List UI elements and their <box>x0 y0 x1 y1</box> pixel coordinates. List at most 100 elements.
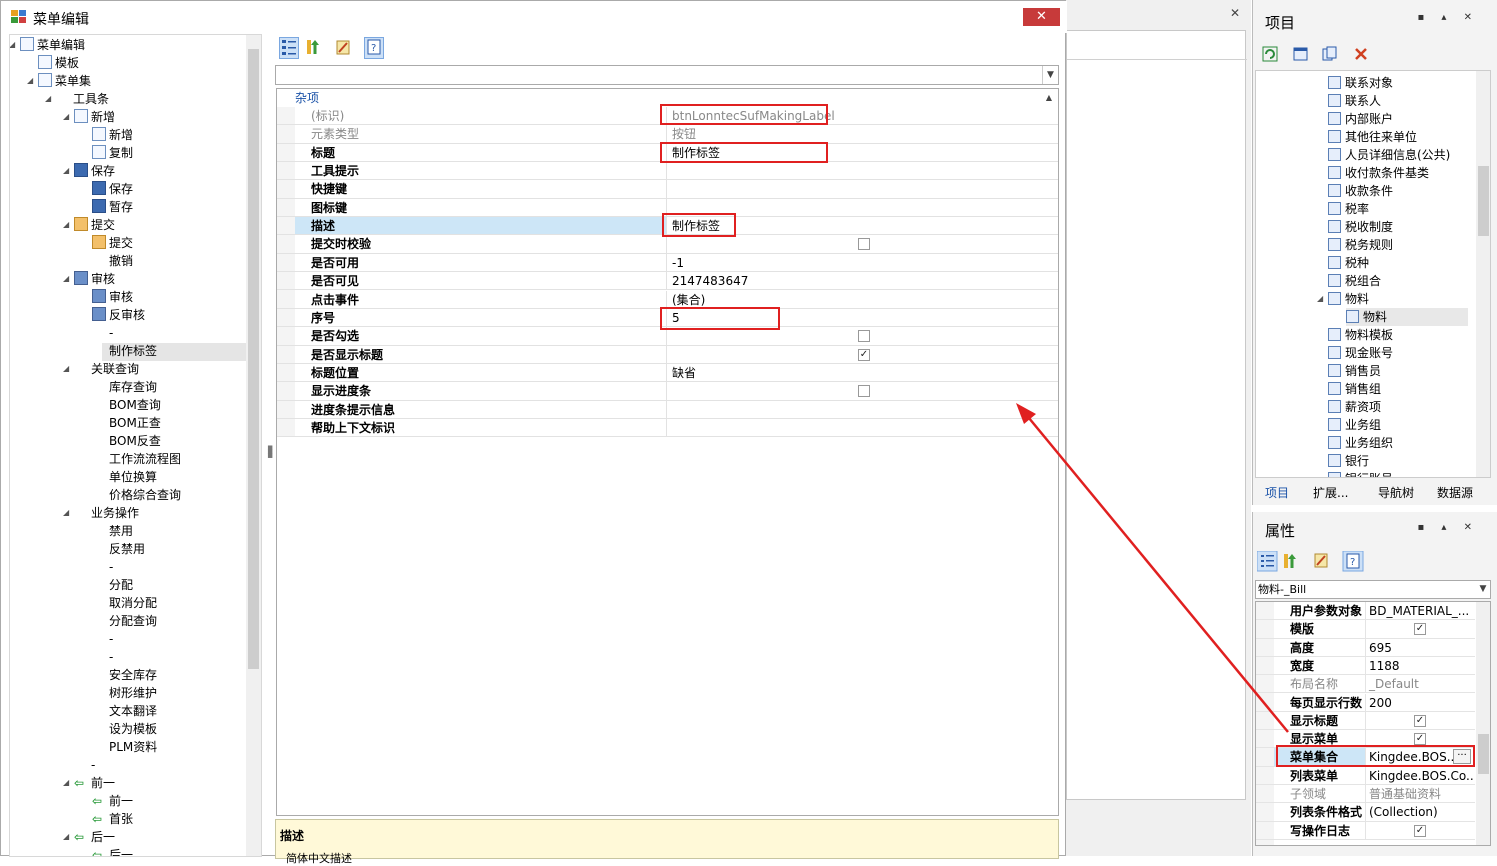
project-tree-item[interactable]: 收付款条件基类 <box>1328 164 1429 182</box>
project-tree-item[interactable]: 税组合 <box>1328 272 1381 290</box>
project-scrollbar[interactable] <box>1476 71 1490 477</box>
checkbox[interactable]: ✓ <box>1414 733 1426 746</box>
attr-value[interactable]: 695 <box>1367 639 1473 656</box>
attr-row[interactable]: 模版 ✓ <box>1256 620 1475 639</box>
attr-row[interactable]: 列表条件格式 (Collection) <box>1256 803 1475 822</box>
checkbox[interactable]: ✓ <box>1414 824 1426 837</box>
tree-node[interactable]: 反禁用 <box>92 540 145 558</box>
attr-value[interactable]: BD_MATERIAL_... <box>1367 602 1473 619</box>
tree-node[interactable]: 禁用 <box>92 522 133 540</box>
attr-value[interactable]: 1188 <box>1367 657 1473 674</box>
attr-value[interactable]: 200 <box>1367 694 1473 711</box>
project-tree-item[interactable]: 销售组 <box>1328 380 1381 398</box>
tree-node[interactable]: 取消分配 <box>92 594 157 612</box>
tree-node[interactable]: 价格综合查询 <box>92 486 181 504</box>
tree-node[interactable]: 分配 <box>92 576 133 594</box>
property-value[interactable]: -1 <box>668 254 684 271</box>
checkbox[interactable] <box>858 238 870 251</box>
property-row[interactable]: 帮助上下文标识 <box>277 418 1058 438</box>
tree-node[interactable]: 反审核 <box>92 306 145 324</box>
expand-icon[interactable]: ◢ <box>63 162 73 180</box>
tree-node[interactable]: 提交 <box>92 234 133 252</box>
tree-node[interactable]: ⇦ 前一 <box>92 792 133 810</box>
project-tab[interactable]: 数据源 <box>1437 484 1473 501</box>
checkbox[interactable]: ✓ <box>1414 714 1426 727</box>
panel-window-buttons[interactable]: ▪ ▴ ✕ <box>1417 12 1479 23</box>
property-row[interactable]: 是否可用 -1 <box>277 253 1058 273</box>
attr-row[interactable]: 显示标题 ✓ <box>1256 711 1475 731</box>
project-tab[interactable]: 导航树 <box>1378 484 1414 501</box>
property-row[interactable]: 是否可见 2147483647 <box>277 272 1058 291</box>
tree-node[interactable]: BOM正查 <box>92 414 161 432</box>
tree-node[interactable]: 工作流流程图 <box>92 450 181 468</box>
tree-node[interactable]: ◢ 新增 <box>63 108 115 126</box>
project-tree-item[interactable]: 收款条件 <box>1328 182 1393 200</box>
close-button[interactable]: ✕ <box>1023 8 1060 26</box>
project-tree-item[interactable]: 税种 <box>1328 254 1369 272</box>
expand-icon[interactable]: ◢ <box>63 270 73 288</box>
project-tree-item[interactable]: 业务组 <box>1328 416 1381 434</box>
collapse-icon[interactable]: ▲ <box>1046 89 1052 107</box>
property-value[interactable]: 按钮 <box>668 125 696 142</box>
tree-node[interactable]: - <box>92 558 113 576</box>
tree-scrollbar[interactable] <box>246 35 261 856</box>
attr-value[interactable]: _Default <box>1367 675 1473 692</box>
property-value[interactable] <box>668 382 672 399</box>
tree-node[interactable]: 模板 <box>38 54 79 72</box>
sort-alphabetical-icon[interactable] <box>303 37 323 59</box>
tree-node[interactable]: - <box>92 324 113 342</box>
project-tree-item[interactable]: 人员详细信息(公共) <box>1328 146 1450 164</box>
property-row[interactable]: 显示进度条 <box>277 382 1058 401</box>
tree-node[interactable]: ◢ 提交 <box>63 216 115 234</box>
tree-node[interactable]: BOM查询 <box>92 396 161 414</box>
project-tree-item[interactable]: 业务组织 <box>1328 434 1393 452</box>
tree-node[interactable]: PLM资料 <box>92 738 157 756</box>
tree-node[interactable]: ⇦ 后一 <box>92 846 133 856</box>
property-row[interactable]: 快捷键 <box>277 180 1058 199</box>
attr-scrollbar[interactable] <box>1476 602 1490 845</box>
splitter-handle[interactable]: ▪ ▪ ▪ <box>267 444 273 461</box>
tree-node[interactable]: 文本翻译 <box>92 702 157 720</box>
property-value[interactable] <box>668 419 672 436</box>
tree-node[interactable]: 单位换算 <box>92 468 157 486</box>
tree-node[interactable]: BOM反查 <box>92 432 161 450</box>
project-tab[interactable]: 扩展... <box>1313 484 1348 501</box>
tree-node[interactable]: 保存 <box>92 180 133 198</box>
project-tree-item[interactable]: 税率 <box>1328 200 1369 218</box>
property-row[interactable]: 提交时校验 <box>277 235 1058 254</box>
project-tree-item[interactable]: ◢ 物料 <box>1317 290 1369 308</box>
tree-node[interactable]: 审核 <box>92 288 133 306</box>
expand-icon[interactable]: ◢ <box>45 90 55 108</box>
attr-value[interactable]: Kingdee.BOS.Co... <box>1367 767 1473 784</box>
chevron-down-icon[interactable]: ▼ <box>1476 581 1490 598</box>
chevron-down-icon[interactable]: ▼ <box>1042 66 1058 84</box>
property-value[interactable] <box>668 346 672 363</box>
tree-node[interactable]: ⇦ 首张 <box>92 810 133 828</box>
tree-node[interactable]: 树形维护 <box>92 684 157 702</box>
object-selector[interactable]: ▼ <box>275 65 1059 85</box>
expand-icon[interactable]: ◢ <box>63 216 73 234</box>
attr-row[interactable]: 宽度 1188 <box>1256 656 1475 676</box>
project-tree-item[interactable]: 其他往来单位 <box>1328 128 1417 146</box>
tree-node[interactable]: - <box>92 648 113 666</box>
project-tree-item[interactable]: 银行 <box>1328 452 1369 470</box>
project-tab[interactable]: 项目 <box>1265 484 1289 501</box>
expand-icon[interactable]: ◢ <box>63 774 73 792</box>
tree-node[interactable]: ◢ 菜单编辑 <box>10 36 85 54</box>
property-row[interactable]: 工具提示 <box>277 162 1058 181</box>
attr-window-buttons[interactable]: ▪ ▴ ✕ <box>1417 522 1479 533</box>
expand-icon[interactable]: ◢ <box>10 36 19 54</box>
expand-icon[interactable]: ◢ <box>63 360 73 378</box>
project-tree-item[interactable]: 物料 <box>1346 308 1468 326</box>
tree-node[interactable]: ◢ ⇦ 后一 <box>63 828 115 846</box>
tree-node[interactable]: 制作标签 <box>92 342 157 360</box>
property-row[interactable]: 标题位置 缺省 <box>277 363 1058 383</box>
project-tree-item[interactable]: 税收制度 <box>1328 218 1393 236</box>
attr-value[interactable]: (Collection) <box>1367 803 1473 820</box>
help-description-icon[interactable]: ? <box>364 37 384 59</box>
project-tree-item[interactable]: 税务规则 <box>1328 236 1393 254</box>
checkbox[interactable]: ✓ <box>1414 623 1426 636</box>
project-tree-item[interactable]: 联系对象 <box>1328 74 1393 92</box>
attr-row[interactable]: 子领域 普通基础资料 <box>1256 785 1475 804</box>
property-row[interactable]: 元素类型 按钮 <box>277 125 1058 144</box>
